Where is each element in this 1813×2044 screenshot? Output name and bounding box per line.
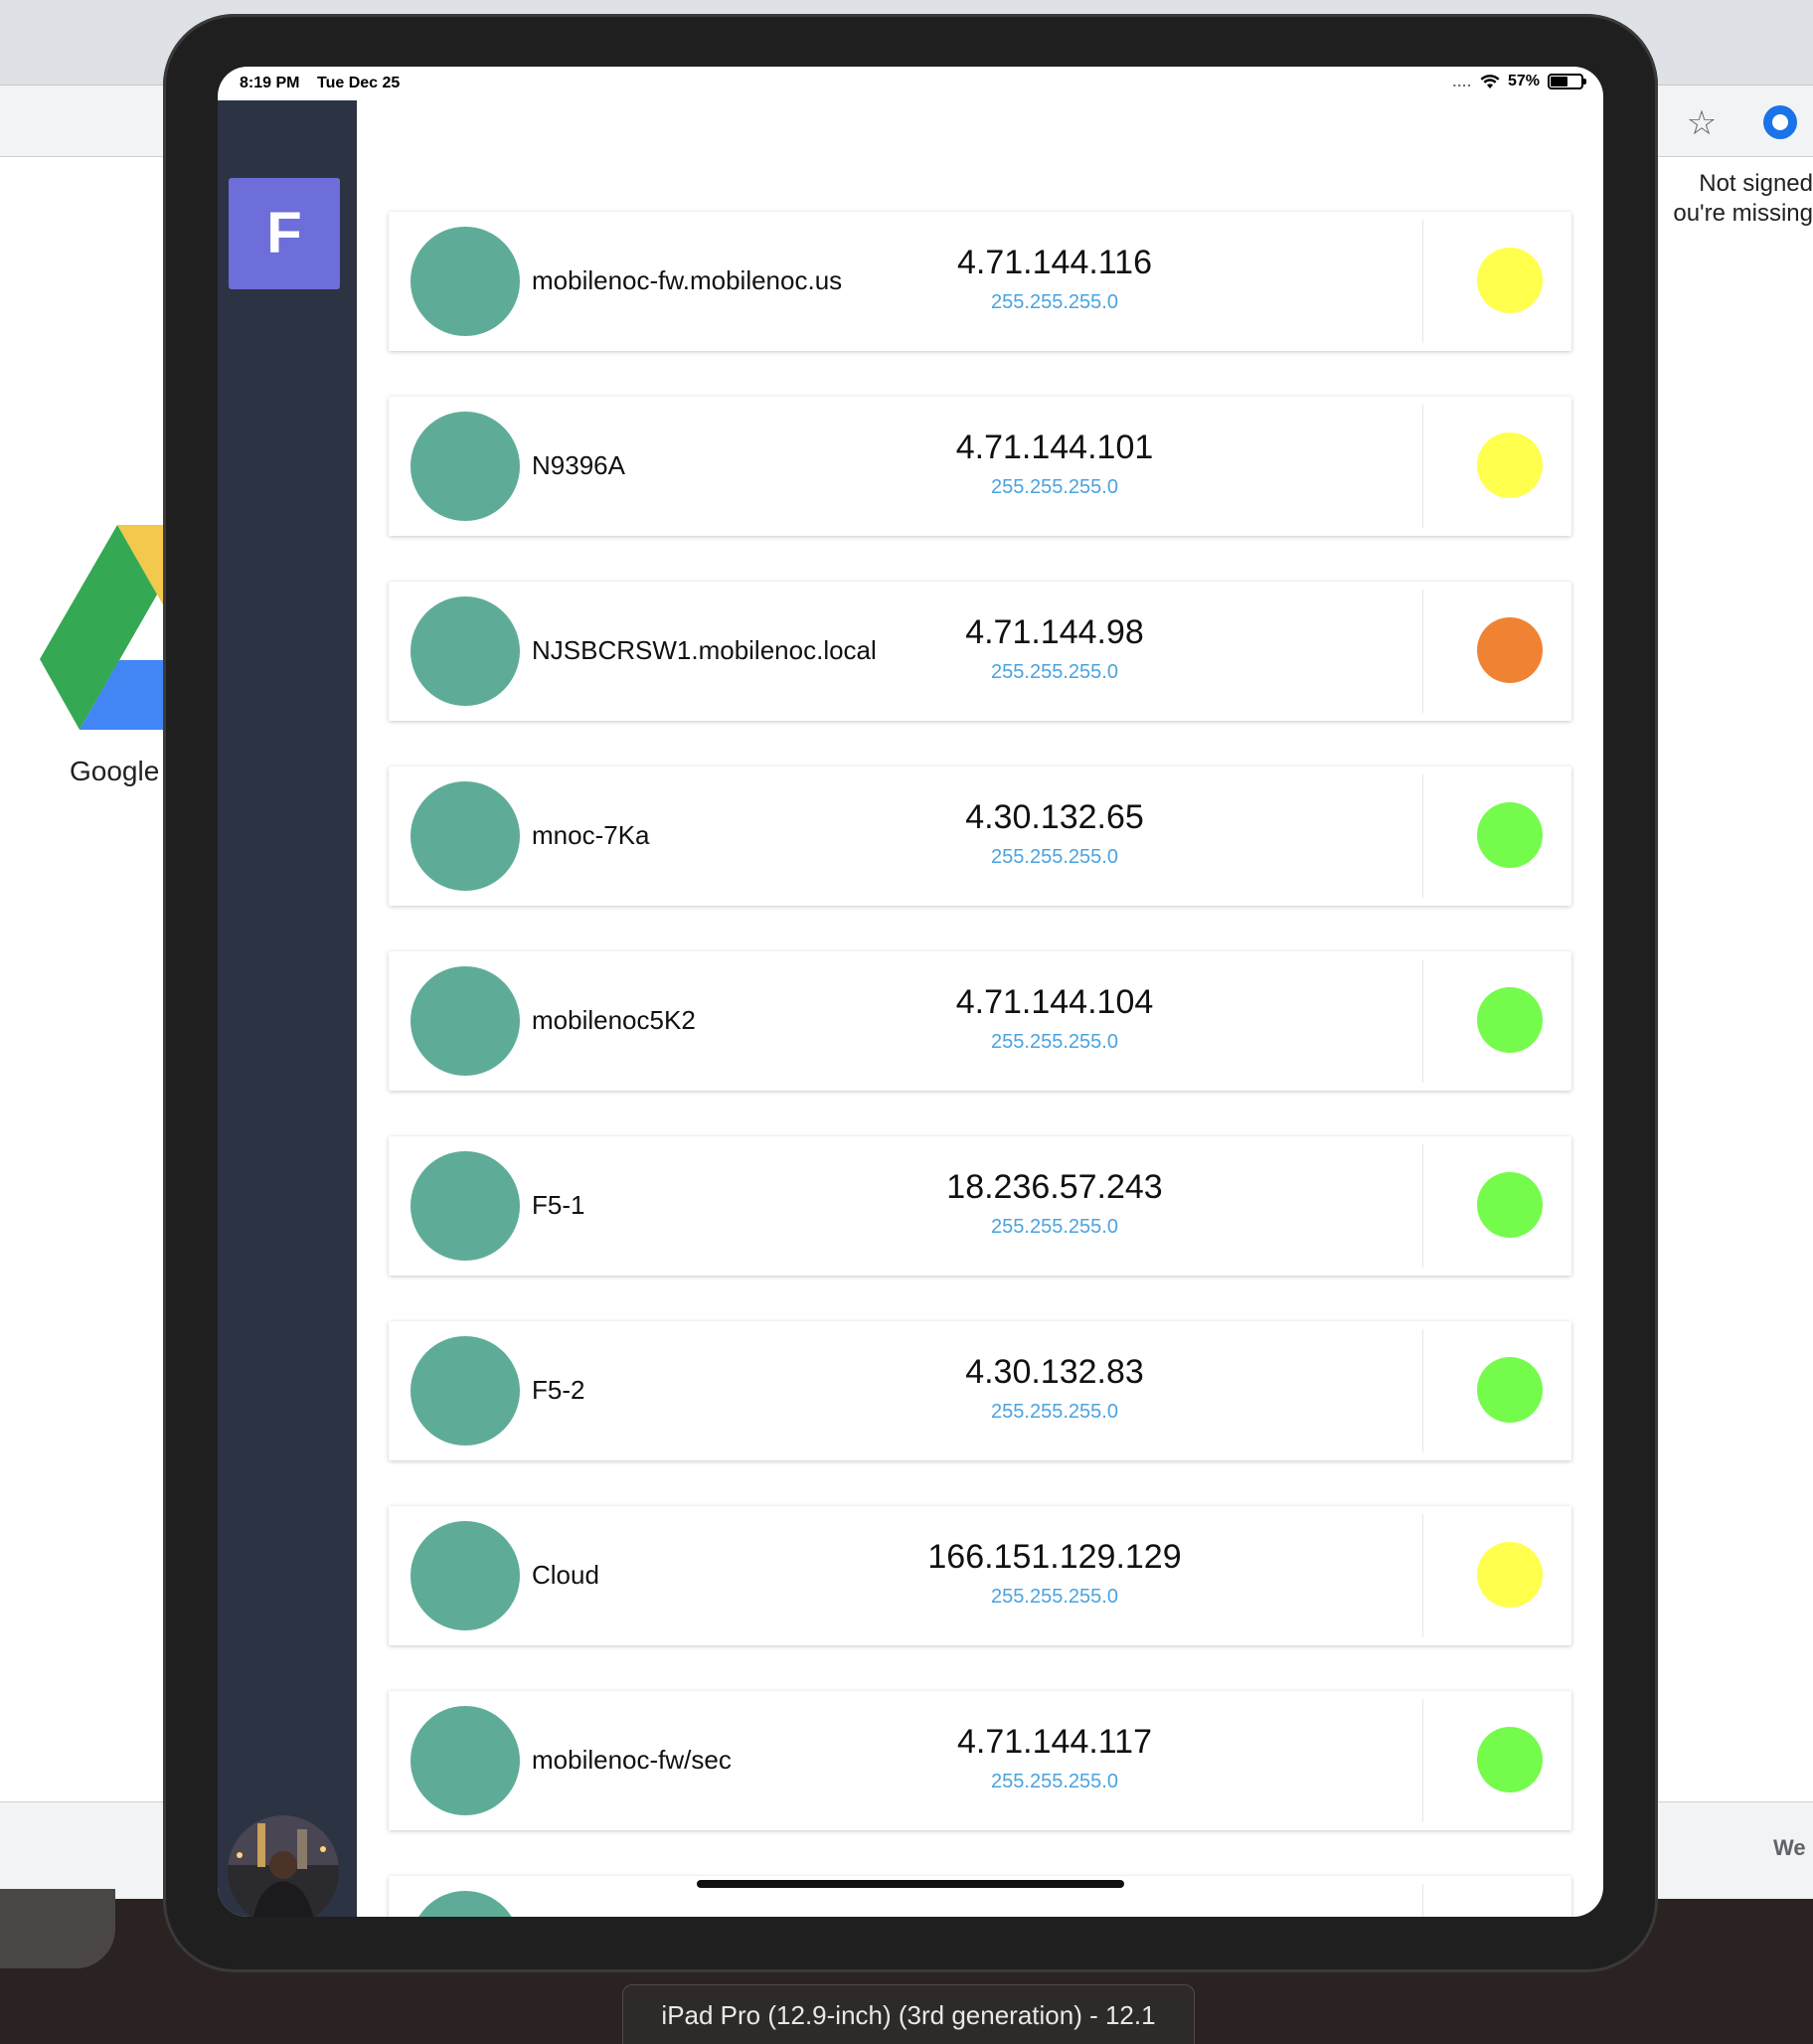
card-divider	[1422, 1884, 1423, 1917]
device-avatar	[411, 1706, 520, 1815]
device-subnet-mask: 255.255.255.0	[991, 1771, 1118, 1792]
signin-notice: Not signed ou're missing	[1640, 169, 1813, 229]
device-card[interactable]: mobilenoc-fw/sec 4.71.144.117 255.255.255.…	[389, 1691, 1571, 1830]
device-avatar	[411, 1151, 520, 1261]
google-drive-label[interactable]: Google	[70, 756, 159, 787]
device-name: N9396A	[532, 450, 625, 480]
device-avatar	[411, 1336, 520, 1446]
device-ip: 4.71.144.101	[955, 428, 1154, 466]
device-avatar	[411, 412, 520, 521]
ios-status-bar: 8:19 PM Tue Dec 25 .... 57%	[218, 67, 1603, 100]
device-ip: 4.71.144.104	[955, 983, 1154, 1021]
device-subnet-mask: 255.255.255.0	[991, 1216, 1118, 1238]
status-time: 8:19 PM	[240, 75, 300, 91]
card-divider	[1422, 1144, 1423, 1268]
device-name: F5-2	[532, 1375, 585, 1405]
status-indicator-icon	[1477, 1172, 1543, 1238]
device-ip: 4.30.132.65	[965, 798, 1144, 836]
device-ip: 4.71.144.117	[957, 1723, 1152, 1761]
device-subnet-mask: 255.255.255.0	[991, 291, 1118, 313]
signin-line-1: Not signed	[1699, 170, 1813, 197]
status-indicator-icon	[1477, 432, 1543, 498]
status-indicator-icon	[1477, 1542, 1543, 1608]
simulator-title: iPad Pro (12.9-inch) (3rd generation) - …	[622, 1984, 1195, 2044]
device-avatar	[411, 1891, 520, 1917]
device-card[interactable]: F5-1 18.236.57.243 255.255.255.0	[389, 1136, 1571, 1276]
device-card[interactable]: F5-2 4.30.132.83 255.255.255.0	[389, 1321, 1571, 1460]
device-name: Cloud	[532, 1560, 599, 1590]
device-avatar	[411, 781, 520, 891]
device-name: mobilenoc-fw.mobilenoc.us	[532, 265, 843, 295]
device-avatar	[411, 227, 520, 336]
app-sidebar: F	[218, 100, 357, 1917]
status-indicator-icon	[1477, 1357, 1543, 1423]
status-date: Tue Dec 25	[317, 75, 401, 91]
card-divider	[1422, 1699, 1423, 1822]
device-card[interactable]: mobilenoc-fw.mobilenoc.us 4.71.144.116 255…	[389, 212, 1571, 351]
bookmark-star-icon[interactable]: ☆	[1680, 101, 1724, 145]
device-ip: 166.151.129.129	[927, 1538, 1182, 1576]
battery-icon	[1548, 74, 1586, 89]
status-indicator-icon	[1477, 248, 1543, 313]
card-divider	[1422, 590, 1423, 713]
battery-percent: 57%	[1507, 73, 1540, 89]
device-subnet-mask: 255.255.255.0	[991, 1031, 1118, 1053]
device-card[interactable]: mnoc-7Ka 4.30.132.65 255.255.255.0	[389, 766, 1571, 906]
desktop: ☆ Not signed ou're missing Google We 8:1…	[0, 0, 1813, 2044]
device-name: mobilenoc5K2	[532, 1005, 696, 1035]
card-divider	[1422, 1514, 1423, 1637]
device-subnet-mask: 255.255.255.0	[991, 846, 1118, 868]
status-indicator-icon	[1477, 1727, 1543, 1792]
status-indicator-icon	[1477, 987, 1543, 1053]
device-name: mobilenoc-fw/sec	[532, 1745, 732, 1775]
card-divider	[1422, 774, 1423, 898]
brand-logo-tile[interactable]: F	[229, 178, 340, 289]
status-indicator-icon	[1477, 617, 1543, 683]
device-subnet-mask: 255.255.255.0	[991, 661, 1118, 683]
status-indicator-icon	[1477, 1912, 1543, 1917]
device-subnet-mask: 255.255.255.0	[991, 1401, 1118, 1423]
cellular-signal-icon: ....	[1452, 74, 1472, 89]
device-card[interactable]: Cloud 166.151.129.129 255.255.255.0	[389, 1506, 1571, 1645]
device-list: mobilenoc-fw.mobilenoc.us 4.71.144.116 255…	[389, 212, 1571, 1917]
device-avatar	[411, 1521, 520, 1630]
ipad-screen: 8:19 PM Tue Dec 25 .... 57% F mobilenoc-…	[218, 67, 1603, 1917]
device-subnet-mask: 255.255.255.0	[991, 1586, 1118, 1608]
user-photo-icon	[228, 1815, 339, 1917]
user-avatar[interactable]	[228, 1815, 339, 1917]
status-indicator-icon	[1477, 802, 1543, 868]
profile-icon[interactable]	[1763, 105, 1797, 139]
device-name: mnoc-7Ka	[532, 820, 650, 850]
signin-line-2: ou're missing	[1673, 200, 1813, 227]
device-subnet-mask: 255.255.255.0	[991, 476, 1118, 498]
home-indicator[interactable]	[697, 1880, 1124, 1888]
device-ip: 4.71.144.98	[965, 613, 1144, 651]
status-right-group: .... 57%	[1452, 73, 1586, 90]
device-ip: 4.30.132.83	[965, 1353, 1144, 1391]
device-name: F5-1	[532, 1190, 585, 1220]
card-divider	[1422, 959, 1423, 1083]
device-card[interactable]: N9396A 4.71.144.101 255.255.255.0	[389, 397, 1571, 536]
card-divider	[1422, 405, 1423, 528]
device-avatar	[411, 596, 520, 706]
device-avatar	[411, 966, 520, 1076]
device-card[interactable]: NJSBCRSW1.mobilenoc.local 4.71.144.98 255.…	[389, 582, 1571, 721]
device-ip: 18.236.57.243	[946, 1168, 1163, 1206]
card-divider	[1422, 220, 1423, 343]
browser-footer-text: We	[1773, 1835, 1806, 1860]
device-card[interactable]: mobilenoc5K2 4.71.144.104 255.255.255.0	[389, 951, 1571, 1091]
wifi-icon	[1480, 75, 1500, 88]
card-divider	[1422, 1329, 1423, 1452]
dock-edge	[0, 1889, 115, 1968]
device-ip: 4.71.144.116	[957, 244, 1152, 281]
